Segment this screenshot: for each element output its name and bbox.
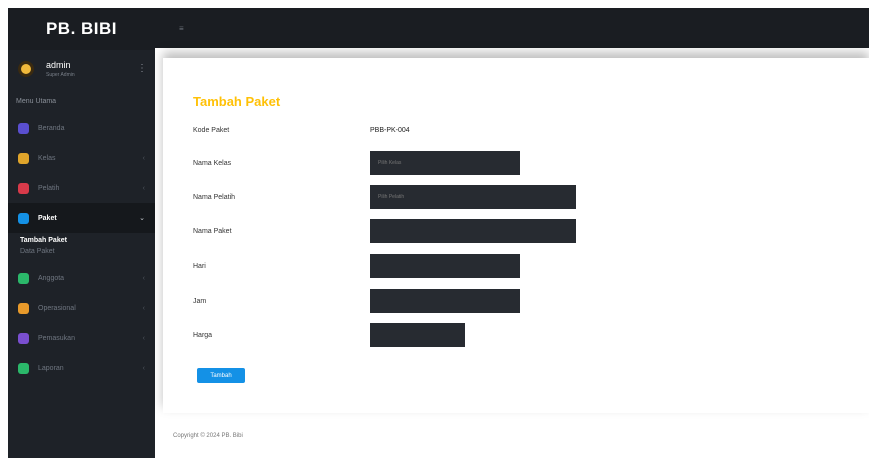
class-icon [18, 152, 29, 164]
brand-logo[interactable]: PB. BIBI [8, 8, 155, 50]
nama-pelatih-select[interactable] [370, 185, 576, 209]
user-name: admin [46, 60, 71, 70]
chevron-left-icon: ‹ [142, 154, 145, 162]
user-panel[interactable]: admin Super Admin ⋮ [8, 50, 155, 88]
sidebar-item-label: Paket [38, 214, 57, 222]
submenu-item-tambah-paket[interactable]: Tambah Paket [20, 235, 155, 246]
sidebar-toggle-icon[interactable]: ≡ [179, 24, 184, 33]
kode-paket-label: Kode Paket [193, 126, 230, 134]
sidebar-item-kelas[interactable]: Kelas ‹ [8, 143, 155, 173]
chevron-left-icon: ‹ [142, 184, 145, 192]
sidebar-item-label: Beranda [38, 124, 65, 132]
form-row-hari: Hari [193, 254, 520, 278]
form-row-jam: Jam [193, 289, 520, 313]
package-icon [18, 212, 29, 224]
kebab-menu-icon[interactable]: ⋮ [137, 63, 147, 74]
tambah-button[interactable]: Tambah [197, 368, 245, 383]
footer-copyright: Copyright © 2024 PB. Bibi [173, 433, 243, 439]
sidebar-item-paket[interactable]: Paket ⌄ [8, 203, 155, 233]
harga-label: Harga [193, 331, 213, 339]
harga-input[interactable] [370, 323, 465, 347]
sidebar: PB. BIBI admin Super Admin ⋮ Menu Utama … [8, 8, 155, 458]
nama-pelatih-label: Nama Pelatih [193, 193, 236, 201]
hari-input[interactable] [370, 254, 520, 278]
home-icon [18, 122, 29, 134]
report-icon [18, 362, 29, 374]
chevron-left-icon: ‹ [142, 274, 145, 282]
chevron-left-icon: ‹ [142, 304, 145, 312]
form-row-paket: Nama Paket [193, 219, 576, 243]
sidebar-item-pelatih[interactable]: Pelatih ‹ [8, 173, 155, 203]
sidebar-item-anggota[interactable]: Anggota ‹ [8, 263, 155, 293]
paket-submenu: Tambah Paket Data Paket [8, 233, 155, 263]
nama-kelas-label: Nama Kelas [193, 159, 232, 167]
sidebar-item-label: Operasional [38, 304, 76, 312]
user-role: Super Admin [46, 72, 75, 78]
hari-label: Hari [193, 262, 206, 270]
operational-icon [18, 302, 29, 314]
members-icon [18, 272, 29, 284]
form-row-kelas: Nama Kelas [193, 151, 520, 175]
kode-paket-value: PBB-PK-004 [370, 126, 410, 134]
chevron-left-icon: ‹ [142, 364, 145, 372]
nama-paket-input[interactable] [370, 219, 576, 243]
form-row-pelatih: Nama Pelatih [193, 185, 576, 209]
sidebar-item-operasional[interactable]: Operasional ‹ [8, 293, 155, 323]
avatar [18, 61, 34, 77]
sidebar-item-label: Pelatih [38, 184, 60, 192]
chevron-down-icon: ⌄ [139, 215, 145, 222]
submenu-item-data-paket[interactable]: Data Paket [20, 246, 155, 257]
form-row-kode: Kode Paket PBB-PK-004 [193, 118, 410, 142]
jam-label: Jam [193, 297, 207, 305]
sidebar-item-pemasukan[interactable]: Pemasukan ‹ [8, 323, 155, 353]
chevron-left-icon: ‹ [142, 334, 145, 342]
sidebar-item-beranda[interactable]: Beranda [8, 113, 155, 143]
nama-kelas-select[interactable] [370, 151, 520, 175]
sidebar-item-label: Anggota [38, 274, 65, 282]
sidebar-item-laporan[interactable]: Laporan ‹ [8, 353, 155, 383]
sidebar-item-label: Pemasukan [38, 334, 75, 342]
sidebar-item-label: Kelas [38, 154, 56, 162]
page-title: Tambah Paket [193, 94, 281, 109]
main-content: Tambah Paket Kode Paket PBB-PK-004 Nama … [155, 48, 869, 458]
sidebar-item-label: Laporan [38, 364, 64, 372]
nama-paket-label: Nama Paket [193, 227, 232, 235]
menu-header: Menu Utama [16, 98, 57, 105]
jam-input[interactable] [370, 289, 520, 313]
form-row-harga: Harga [193, 323, 465, 347]
income-icon [18, 332, 29, 344]
form-card: Tambah Paket Kode Paket PBB-PK-004 Nama … [163, 58, 869, 413]
coach-icon [18, 182, 29, 194]
top-navbar: ≡ [155, 8, 869, 48]
